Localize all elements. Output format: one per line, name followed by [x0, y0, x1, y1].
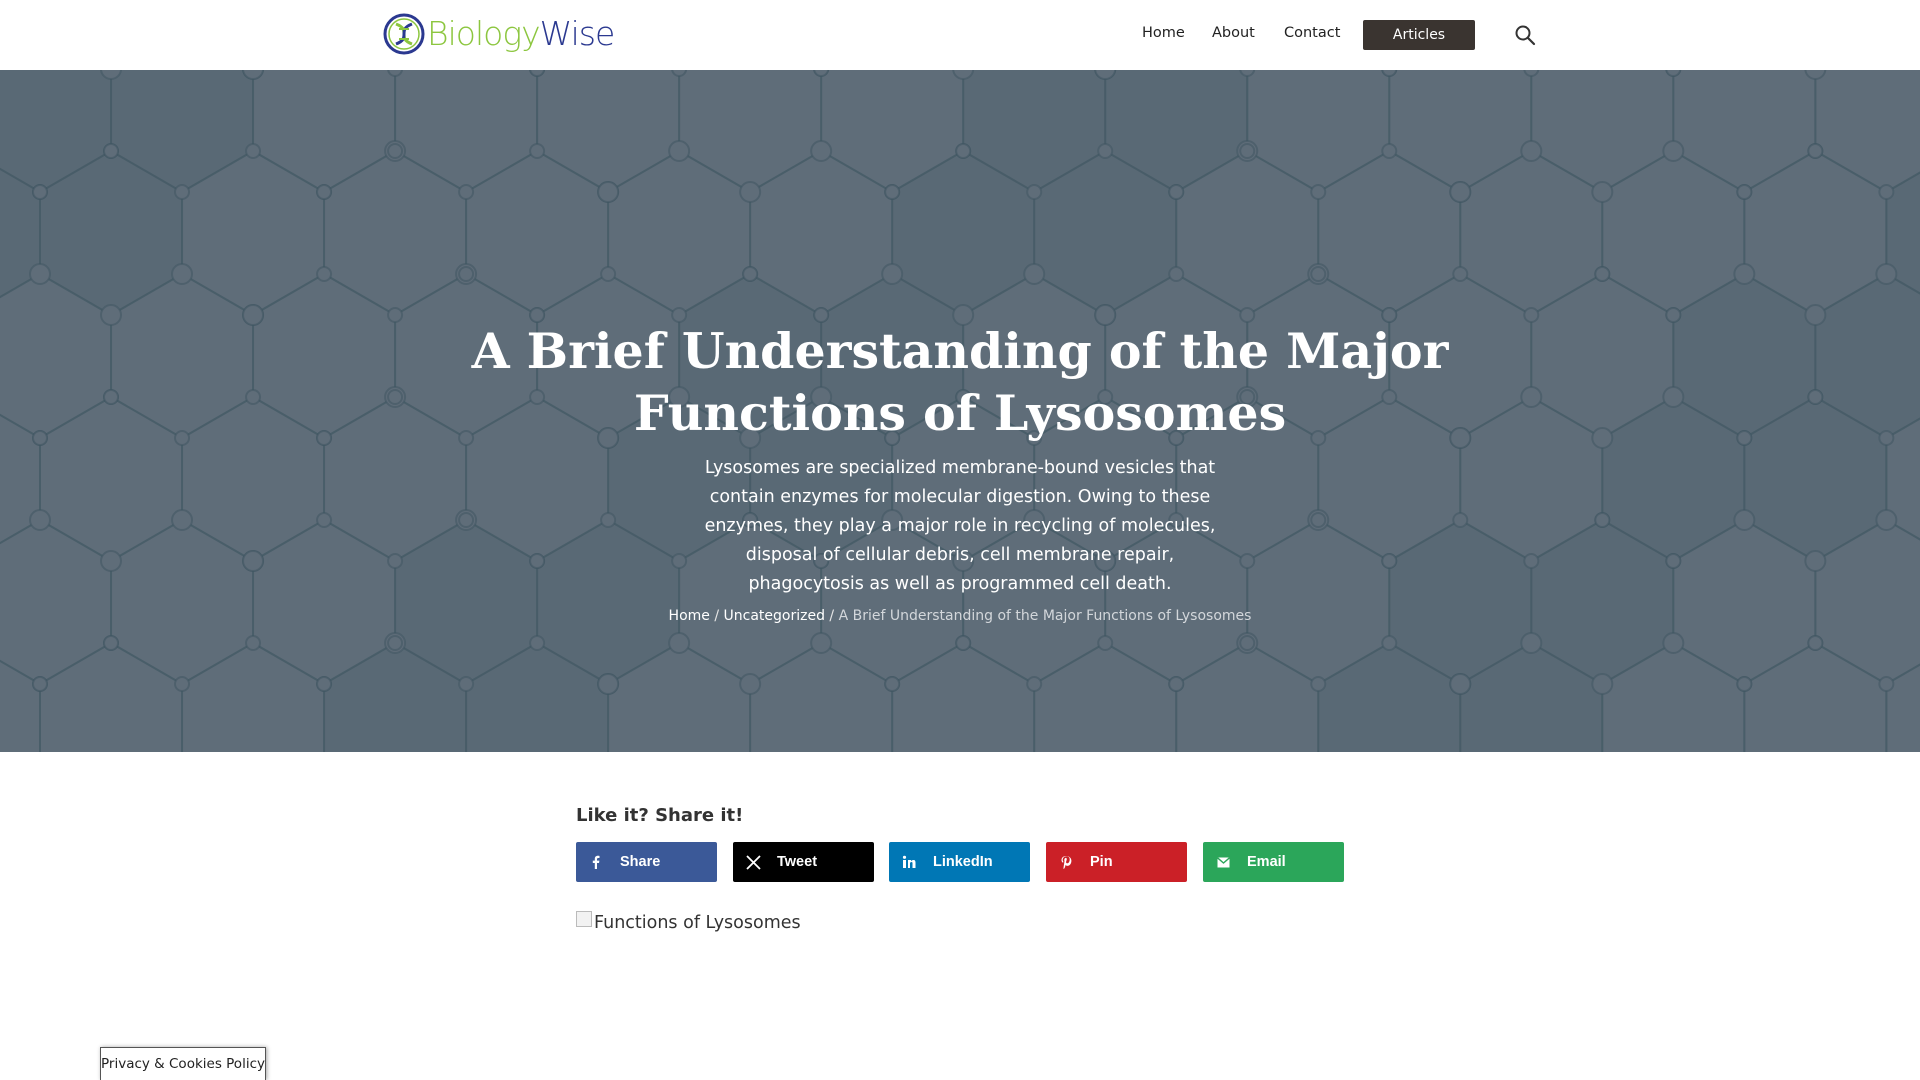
nav-about-link[interactable]: About — [1212, 25, 1255, 41]
facebook-share-label: Share — [620, 854, 661, 870]
logo-text-part1: Biology — [427, 14, 541, 53]
logo-text-part2: Wise — [539, 14, 616, 53]
facebook-icon — [576, 842, 616, 882]
site-logo[interactable]: BiologyWise — [382, 12, 616, 56]
privacy-cookies-button[interactable]: Privacy & Cookies Policy — [100, 1047, 266, 1080]
pinterest-pin-label: Pin — [1090, 854, 1113, 870]
pinterest-pin-button[interactable]: Pin — [1046, 842, 1187, 882]
breadcrumb-category-link[interactable]: Uncategorized — [724, 608, 825, 624]
x-icon — [733, 842, 773, 882]
broken-image-icon — [576, 911, 592, 927]
breadcrumb: Home / Uncategorized / A Brief Understan… — [560, 608, 1360, 624]
linkedin-share-button[interactable]: LinkedIn — [889, 842, 1030, 882]
breadcrumb-current: A Brief Understanding of the Major Funct… — [838, 608, 1252, 624]
breadcrumb-home-link[interactable]: Home — [669, 608, 710, 624]
facebook-share-button[interactable]: Share — [576, 842, 717, 882]
breadcrumb-separator: / — [829, 608, 835, 624]
linkedin-share-label: LinkedIn — [933, 854, 993, 870]
email-icon — [1203, 842, 1243, 882]
page-title: A Brief Understanding of the Major Funct… — [471, 322, 1449, 442]
nav-articles-button[interactable]: Articles — [1363, 20, 1475, 50]
nav-contact-link[interactable]: Contact — [1284, 25, 1340, 41]
share-heading: Like it? Share it! — [576, 805, 744, 826]
dna-logo-icon — [383, 13, 425, 55]
logo-wordmark: BiologyWise — [427, 12, 616, 56]
breadcrumb-separator: / — [714, 608, 720, 624]
article-summary: Lysosomes are specialized membrane-bound… — [704, 458, 1216, 594]
hero-banner: A Brief Understanding of the Major Funct… — [0, 70, 1920, 752]
search-icon[interactable] — [1514, 24, 1536, 46]
email-share-label: Email — [1247, 854, 1286, 870]
site-header: BiologyWise Home About Contact Articles — [0, 0, 1920, 70]
linkedin-icon — [889, 842, 929, 882]
email-share-button[interactable]: Email — [1203, 842, 1344, 882]
featured-image-alt-text: Functions of Lysosomes — [594, 913, 801, 933]
featured-image: Functions of Lysosomes — [576, 911, 801, 933]
x-tweet-button[interactable]: Tweet — [733, 842, 874, 882]
pinterest-icon — [1046, 842, 1086, 882]
x-tweet-label: Tweet — [777, 854, 818, 870]
nav-home-link[interactable]: Home — [1142, 25, 1185, 41]
